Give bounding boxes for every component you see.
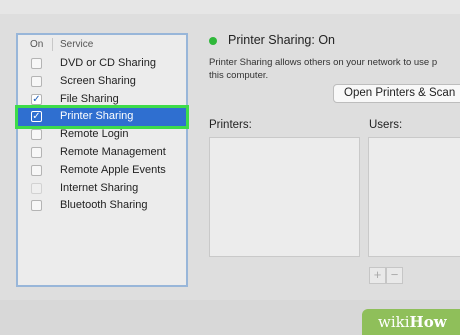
wikihow-watermark-logo: wikiHow xyxy=(362,309,460,335)
service-row[interactable]: Screen Sharing xyxy=(18,73,186,91)
status-on-indicator-icon xyxy=(209,37,217,45)
service-checkbox[interactable] xyxy=(31,75,42,87)
service-row-label: Bluetooth Sharing xyxy=(60,199,148,212)
add-user-button[interactable]: + xyxy=(369,267,386,284)
remove-user-button[interactable]: − xyxy=(386,267,403,284)
column-divider xyxy=(52,38,53,51)
service-description-line: Printer Sharing allows others on your ne… xyxy=(209,57,438,68)
service-row-label: Internet Sharing xyxy=(60,181,139,194)
printers-label: Printers: xyxy=(209,119,252,131)
users-list[interactable] xyxy=(368,137,460,257)
window-top-strip xyxy=(0,0,460,14)
service-checkbox[interactable] xyxy=(31,182,42,194)
users-label: Users: xyxy=(369,119,403,131)
service-row[interactable]: Internet Sharing xyxy=(18,180,186,198)
service-row[interactable]: Remote Apple Events xyxy=(18,162,186,180)
service-checkbox[interactable] xyxy=(31,129,42,141)
service-row[interactable]: Bluetooth Sharing xyxy=(18,197,186,215)
service-checkbox[interactable] xyxy=(31,164,42,176)
sharing-preferences-window: On Service DVD or CD Sharing Screen Shari… xyxy=(0,0,460,335)
service-row-label: Printer Sharing xyxy=(60,110,134,123)
service-checkbox[interactable] xyxy=(31,200,42,212)
column-header-on[interactable]: On xyxy=(30,39,43,50)
service-list[interactable]: On Service DVD or CD Sharing Screen Shari… xyxy=(15,33,189,287)
service-row-label: File Sharing xyxy=(60,92,119,105)
service-row[interactable]: ✓ Printer Sharing xyxy=(15,105,189,130)
wikihow-suffix: How xyxy=(409,313,447,331)
service-rows: DVD or CD Sharing Screen Sharing ✓ File Sha… xyxy=(15,55,189,215)
service-row[interactable]: Remote Login xyxy=(18,126,186,144)
service-row-label: Remote Apple Events xyxy=(60,163,166,176)
service-list-header: On Service xyxy=(18,35,186,53)
printers-list[interactable] xyxy=(209,137,360,257)
service-row-label: Remote Login xyxy=(60,128,129,141)
service-checkbox[interactable] xyxy=(31,58,42,69)
service-checkbox-checked[interactable]: ✓ xyxy=(31,93,42,105)
service-checkbox[interactable] xyxy=(31,146,42,158)
column-header-service[interactable]: Service xyxy=(60,39,93,50)
service-row[interactable]: Remote Management xyxy=(18,144,186,162)
service-description: Printer Sharing allows others on your ne… xyxy=(209,56,460,84)
service-row-label: DVD or CD Sharing xyxy=(60,57,156,69)
service-row-label: Screen Sharing xyxy=(60,74,136,87)
service-row[interactable]: ✓ File Sharing xyxy=(18,91,186,109)
service-row-label: Remote Management xyxy=(60,145,166,158)
service-row[interactable]: DVD or CD Sharing xyxy=(18,55,186,73)
open-printers-scanners-button[interactable]: Open Printers & Scan xyxy=(333,84,460,103)
service-description-line: this computer. xyxy=(209,70,269,81)
users-add-remove-group: + − xyxy=(369,267,403,284)
service-status-title: Printer Sharing: On xyxy=(228,33,335,47)
wikihow-prefix: wiki xyxy=(378,313,410,331)
service-checkbox-checked[interactable]: ✓ xyxy=(31,111,42,123)
